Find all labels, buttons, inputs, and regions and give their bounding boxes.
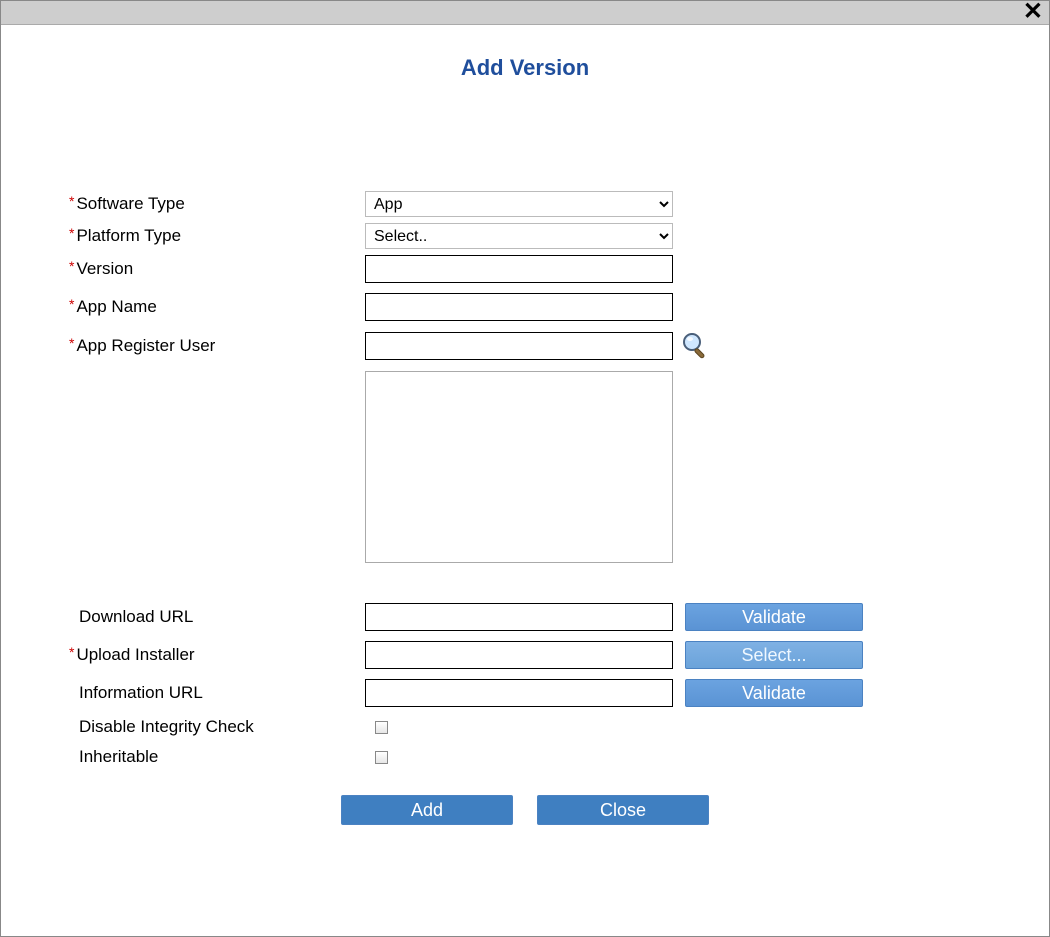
dialog-window: ✕ Add Version * Software Type App * Plat… — [0, 0, 1050, 937]
upload-installer-input[interactable] — [365, 641, 673, 669]
app-register-user-input[interactable] — [365, 332, 673, 360]
form: * Software Type App * Platform Type Sele… — [65, 191, 985, 825]
required-marker: * — [69, 225, 74, 241]
inheritable-label: Inheritable — [65, 747, 365, 767]
disable-integrity-checkbox[interactable] — [375, 721, 388, 734]
close-button[interactable]: Close — [537, 795, 709, 825]
software-type-select[interactable]: App — [365, 191, 673, 217]
search-icon[interactable] — [679, 331, 709, 361]
required-marker: * — [69, 258, 74, 274]
software-type-label: * Software Type — [65, 194, 365, 214]
validate-download-button[interactable]: Validate — [685, 603, 863, 631]
app-name-label: * App Name — [65, 297, 365, 317]
content-area: Add Version * Software Type App * Platfo… — [1, 25, 1049, 825]
upload-installer-label: * Upload Installer — [65, 645, 365, 665]
required-marker: * — [69, 644, 74, 660]
description-textarea[interactable] — [365, 371, 673, 563]
disable-integrity-label: Disable Integrity Check — [65, 717, 365, 737]
platform-type-label: * Platform Type — [65, 226, 365, 246]
action-row: Add Close — [65, 795, 985, 825]
download-url-label: Download URL — [65, 607, 365, 627]
validate-info-button[interactable]: Validate — [685, 679, 863, 707]
information-url-label: Information URL — [65, 683, 365, 703]
required-marker: * — [69, 296, 74, 312]
app-name-input[interactable] — [365, 293, 673, 321]
information-url-input[interactable] — [365, 679, 673, 707]
version-input[interactable] — [365, 255, 673, 283]
add-button[interactable]: Add — [341, 795, 513, 825]
required-marker: * — [69, 193, 74, 209]
required-marker: * — [69, 335, 74, 351]
select-file-button[interactable]: Select... — [685, 641, 863, 669]
close-icon[interactable]: ✕ — [1023, 3, 1043, 21]
titlebar: ✕ — [1, 1, 1049, 25]
version-label: * Version — [65, 259, 365, 279]
download-url-input[interactable] — [365, 603, 673, 631]
page-title: Add Version — [1, 55, 1049, 81]
platform-type-select[interactable]: Select.. — [365, 223, 673, 249]
app-register-user-label: * App Register User — [65, 336, 365, 356]
inheritable-checkbox[interactable] — [375, 751, 388, 764]
